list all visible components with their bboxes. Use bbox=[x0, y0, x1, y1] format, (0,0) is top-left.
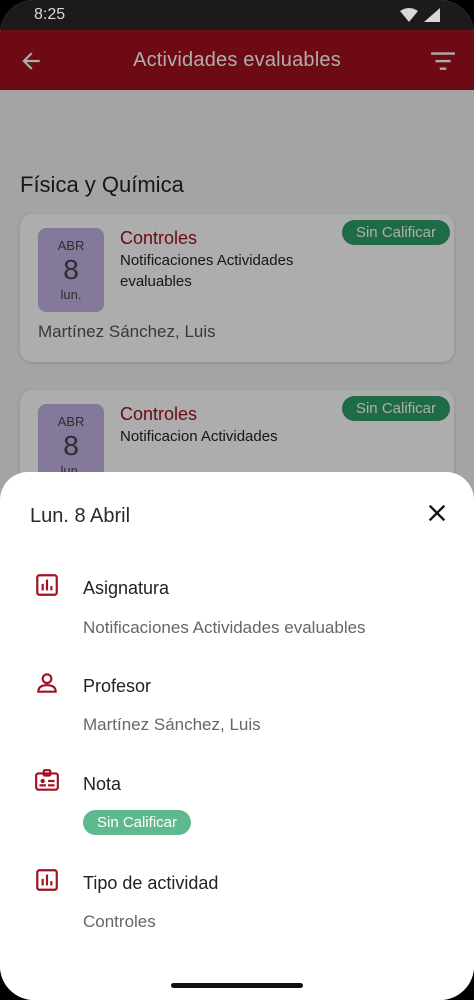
detail-bottom-sheet: Lun. 8 Abril Asignatura Notificaciones A… bbox=[0, 472, 474, 1000]
home-indicator[interactable] bbox=[171, 983, 303, 988]
bar-chart-icon bbox=[36, 574, 58, 596]
bar-chart-icon bbox=[36, 869, 58, 891]
subject-label: Asignatura bbox=[83, 578, 170, 598]
teacher-value: Martínez Sánchez, Luis bbox=[83, 715, 261, 734]
status-time: 8:25 bbox=[34, 6, 66, 23]
wifi-icon bbox=[400, 8, 418, 22]
grade-badge: Sin Calificar bbox=[83, 810, 192, 835]
sheet-date: Lun. 8 Abril bbox=[30, 505, 131, 527]
person-icon bbox=[37, 673, 57, 693]
status-icons bbox=[400, 8, 440, 22]
signal-icon bbox=[424, 8, 440, 22]
subject-value: Notificaciones Actividades evaluables bbox=[83, 618, 366, 637]
id-card-icon bbox=[35, 769, 59, 791]
device-frame: Física y Química ABR 8 lun. Controles No… bbox=[0, 0, 474, 1000]
teacher-label: Profesor bbox=[83, 676, 152, 696]
grade-label: Nota bbox=[83, 774, 122, 794]
close-icon[interactable] bbox=[426, 502, 448, 524]
activity-type-label: Tipo de actividad bbox=[83, 873, 219, 893]
activity-type-value: Controles bbox=[83, 912, 156, 931]
status-bar: 8:25 bbox=[0, 0, 474, 30]
